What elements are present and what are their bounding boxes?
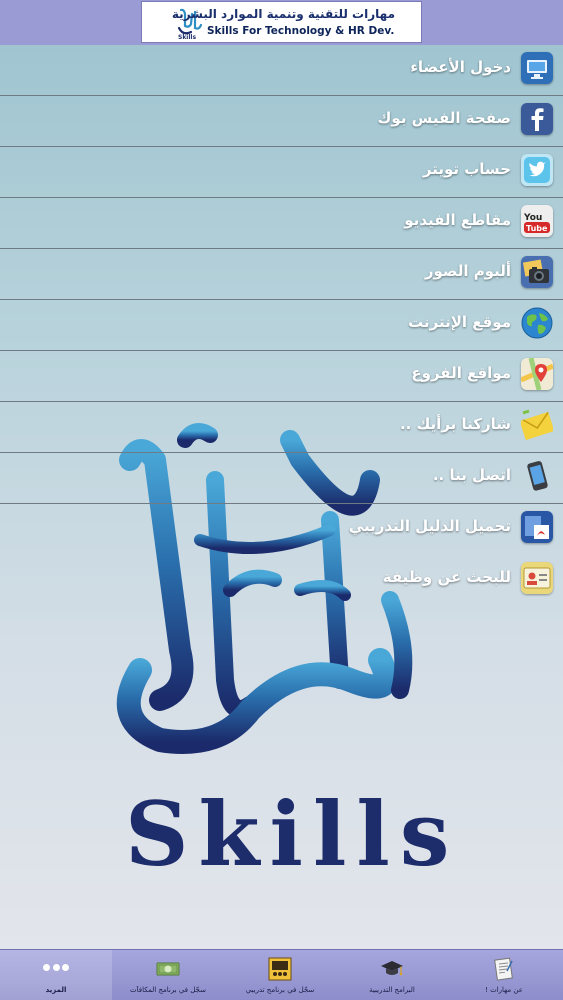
tab-label: المزيد — [45, 986, 67, 994]
bottom-tab-bar: المزيد سجّل في برنامج المكافآت سجّل في ب… — [0, 949, 563, 1000]
menu-item-job-search[interactable]: للبحث عن وظيفة — [0, 555, 563, 606]
youtube-icon: You Tube — [521, 205, 553, 237]
menu-item-members-login[interactable]: دخول الأعضاء — [0, 45, 563, 96]
menu-item-feedback[interactable]: شاركنا برأيك .. — [0, 402, 563, 453]
tab-course-registration[interactable]: سجّل في برنامج تدريبي — [224, 950, 336, 1000]
svg-text:You: You — [523, 213, 542, 223]
id-card-icon — [521, 562, 553, 594]
document-icon — [494, 957, 513, 981]
menu-item-label: مواقع الفروع — [411, 364, 511, 382]
menu-item-contact[interactable]: اتصل بنا .. — [0, 453, 563, 504]
presentation-icon — [268, 957, 292, 981]
map-icon — [521, 358, 553, 390]
header-title-arabic: مهارات للتقنية وتنمية الموارد البشرية — [171, 7, 395, 21]
menu-item-label: صفحة الفيس بوك — [377, 109, 511, 127]
graduation-cap-icon — [381, 961, 403, 976]
menu-item-facebook[interactable]: صفحة الفيس بوك — [0, 96, 563, 147]
tab-label: سجّل في برنامج المكافآت — [130, 986, 206, 994]
tab-label: سجّل في برنامج تدريبي — [245, 986, 315, 994]
menu-item-label: للبحث عن وظيفة — [382, 568, 511, 586]
tab-more[interactable]: المزيد — [0, 950, 112, 1000]
menu-item-label: مقاطع الفيديو — [404, 211, 511, 229]
menu-item-label: تحميل الدليل التدريبي — [348, 517, 511, 535]
svg-text:Tube: Tube — [526, 224, 548, 233]
menu-item-branches[interactable]: مواقع الفروع — [0, 351, 563, 402]
twitter-icon — [521, 154, 553, 186]
header-title-english: Skills For Technology & HR Dev. — [207, 25, 395, 37]
pdf-icon — [521, 511, 553, 543]
camera-icon — [521, 256, 553, 288]
facebook-icon — [521, 103, 553, 135]
tab-training-programs[interactable]: البرامج التدريبية — [336, 950, 448, 1000]
menu-item-label: اتصل بنا .. — [432, 466, 511, 484]
main-menu: دخول الأعضاء صفحة الفيس بوك حساب تويتر Y… — [0, 45, 563, 606]
menu-item-label: حساب تويتر — [422, 160, 511, 178]
phone-icon — [521, 460, 553, 492]
menu-item-label: دخول الأعضاء — [410, 58, 511, 76]
tab-about[interactable]: عن مهارات ! — [448, 950, 560, 1000]
menu-item-photo-album[interactable]: ألبوم الصور — [0, 249, 563, 300]
more-dots-icon — [43, 964, 69, 972]
app-header: Skills مهارات للتقنية وتنمية الموارد الب… — [0, 0, 563, 45]
menu-item-videos[interactable]: You Tube مقاطع الفيديو — [0, 198, 563, 249]
tab-label: عن مهارات ! — [485, 986, 523, 994]
skills-watermark-word: Skills — [125, 782, 460, 886]
menu-item-website[interactable]: موقع الإنترنت — [0, 300, 563, 351]
menu-item-twitter[interactable]: حساب تويتر — [0, 147, 563, 198]
monitor-icon — [521, 52, 553, 84]
globe-icon — [521, 307, 553, 339]
money-icon — [156, 962, 180, 976]
mail-icon — [521, 409, 553, 441]
menu-item-label: شاركنا برأيك .. — [399, 415, 511, 433]
logo-banner: Skills مهارات للتقنية وتنمية الموارد الب… — [141, 1, 422, 43]
tab-rewards-registration[interactable]: سجّل في برنامج المكافآت — [112, 950, 224, 1000]
svg-text:Skills: Skills — [178, 34, 196, 40]
menu-item-training-guide[interactable]: تحميل الدليل التدريبي — [0, 504, 563, 555]
tab-label: البرامج التدريبية — [369, 986, 415, 994]
menu-item-label: ألبوم الصور — [424, 262, 511, 280]
menu-item-label: موقع الإنترنت — [408, 313, 511, 331]
